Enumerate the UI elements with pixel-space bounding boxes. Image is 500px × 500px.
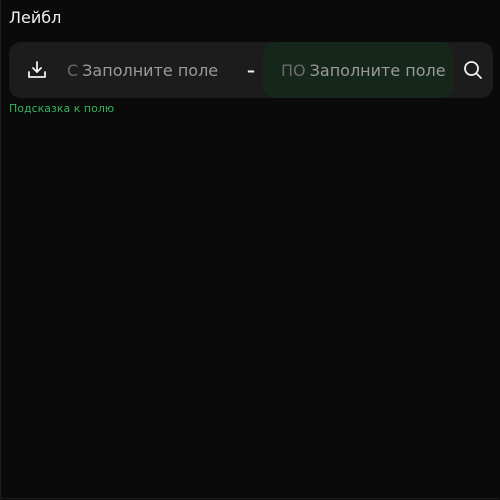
- range-from-placeholder: Заполните поле: [82, 60, 219, 80]
- range-divider: –: [247, 60, 255, 80]
- download-icon[interactable]: [17, 42, 57, 98]
- search-icon[interactable]: [453, 42, 493, 98]
- range-to-prefix: ПО: [281, 60, 306, 80]
- range-from-prefix: С: [67, 60, 79, 80]
- field-hint: Подсказка к полю: [9, 102, 115, 115]
- range-from-input[interactable]: С Заполните поле: [67, 42, 237, 98]
- date-range-field: С Заполните поле – ПО Заполните поле: [9, 42, 493, 98]
- range-to-input[interactable]: ПО Заполните поле: [263, 42, 453, 98]
- field-label: Лейбл: [9, 8, 62, 27]
- range-to-placeholder: Заполните поле: [309, 60, 446, 80]
